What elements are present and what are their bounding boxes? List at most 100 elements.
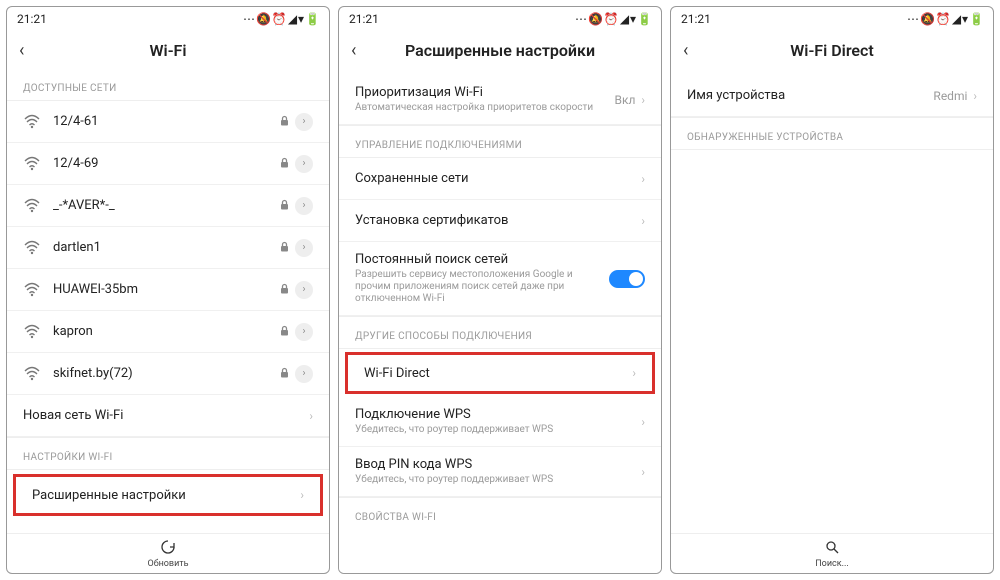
titlebar: ‹ Wi-Fi Direct <box>671 29 993 75</box>
bottom-bar: Обновить <box>7 533 329 573</box>
status-time: 21:21 <box>681 12 711 26</box>
section-wifi-props: СВОЙСТВА WI-FI <box>339 497 661 529</box>
new-network-label: Новая сеть Wi-Fi <box>23 408 309 423</box>
device-name-value: Redmi <box>933 89 967 103</box>
always-scan-toggle[interactable] <box>609 270 645 288</box>
page-title: Расширенные настройки <box>351 41 649 60</box>
network-ssid: kapron <box>53 324 280 339</box>
status-bar: 21:21 ⋯ 🔕 ⏰ ◢ ▾ 🔋 <box>339 7 661 29</box>
lock-icon <box>280 199 289 213</box>
advanced-settings-row[interactable]: Расширенные настройки › <box>13 474 323 516</box>
saved-networks-label: Сохраненные сети <box>355 171 641 186</box>
lock-icon <box>280 325 289 339</box>
advanced-settings-label: Расширенные настройки <box>32 488 300 503</box>
network-row[interactable]: _-*AVER*-_ › <box>7 185 329 227</box>
wps-sub: Убедитесь, что роутер поддерживает WPS <box>355 424 641 436</box>
page-title: Wi-Fi Direct <box>683 41 981 60</box>
network-row[interactable]: HUAWEI-35bm › <box>7 269 329 311</box>
wifi-icon <box>23 198 41 214</box>
section-found-devices: ОБНАРУЖЕННЫЕ УСТРОЙСТВА <box>671 117 993 150</box>
status-icons: ⋯ 🔕 ⏰ ◢ ▾ 🔋 <box>575 12 651 26</box>
wifi-icon <box>23 240 41 256</box>
wifi-icon <box>23 156 41 172</box>
wifi-icon <box>23 114 41 130</box>
status-bar: 21:21 ⋯ 🔕 ⏰ ◢ ▾ 🔋 <box>671 7 993 29</box>
wps-pin-sub: Убедитесь, что роутер поддерживает WPS <box>355 474 641 486</box>
install-certs-row[interactable]: Установка сертификатов › <box>339 200 661 242</box>
wps-pin-title: Ввод PIN кода WPS <box>355 457 641 472</box>
wps-pin-row[interactable]: Ввод PIN кода WPS Убедитесь, что роутер … <box>339 447 661 497</box>
wifi-direct-row[interactable]: Wi-Fi Direct › <box>345 352 655 394</box>
new-network-row[interactable]: Новая сеть Wi-Fi › <box>7 395 329 437</box>
status-icons: ⋯ 🔕 ⏰ ◢ ▾ 🔋 <box>907 12 983 26</box>
bottom-bar: Поиск... <box>671 533 993 573</box>
page-title: Wi-Fi <box>19 41 317 60</box>
section-connection-mgmt: УПРАВЛЕНИЕ ПОДКЛЮЧЕНИЯМИ <box>339 125 661 158</box>
lock-icon <box>280 157 289 171</box>
chevron-right-icon: › <box>295 197 313 215</box>
chevron-right-icon: › <box>641 214 645 228</box>
screen-advanced: 21:21 ⋯ 🔕 ⏰ ◢ ▾ 🔋 ‹ Расширенные настройк… <box>338 6 662 574</box>
network-row[interactable]: 12/4-61 › <box>7 101 329 143</box>
wps-row[interactable]: Подключение WPS Убедитесь, что роутер по… <box>339 397 661 447</box>
search-label: Поиск... <box>815 559 848 569</box>
chevron-right-icon: › <box>295 365 313 383</box>
install-certs-label: Установка сертификатов <box>355 213 641 228</box>
chevron-right-icon: › <box>641 415 645 429</box>
chevron-right-icon: › <box>632 366 636 380</box>
always-scan-title: Постоянный поиск сетей <box>355 252 609 267</box>
wifi-icon <box>23 366 41 382</box>
lock-icon <box>280 241 289 255</box>
network-ssid: 12/4-69 <box>53 156 280 171</box>
network-row[interactable]: 12/4-69 › <box>7 143 329 185</box>
lock-icon <box>280 115 289 129</box>
chevron-right-icon: › <box>295 281 313 299</box>
chevron-right-icon: › <box>641 465 645 479</box>
wps-title: Подключение WPS <box>355 407 641 422</box>
device-name-row[interactable]: Имя устройства Redmi › <box>671 75 993 117</box>
wifi-icon <box>23 324 41 340</box>
refresh-label: Обновить <box>148 559 189 569</box>
wifi-icon <box>23 282 41 298</box>
network-ssid: dartlen1 <box>53 240 280 255</box>
chevron-right-icon: › <box>295 155 313 173</box>
section-other-connect: ДРУГИЕ СПОСОБЫ ПОДКЛЮЧЕНИЯ <box>339 316 661 349</box>
network-row[interactable]: kapron› <box>7 311 329 353</box>
network-row[interactable]: skifnet.by(72) › <box>7 353 329 395</box>
network-ssid: skifnet.by(72) <box>53 366 280 381</box>
always-scan-sub: Разрешить сервису местоположения Google … <box>355 269 609 305</box>
chevron-right-icon: › <box>295 239 313 257</box>
section-available-networks: ДОСТУПНЫЕ СЕТИ <box>7 75 329 101</box>
status-time: 21:21 <box>17 12 47 26</box>
network-ssid: _-*AVER*-_ <box>53 198 280 213</box>
status-icons: ⋯ 🔕 ⏰ ◢ ▾ 🔋 <box>243 12 319 26</box>
refresh-icon[interactable] <box>7 540 329 558</box>
priority-title: Приоритизация Wi-Fi <box>355 85 614 100</box>
priority-sub: Автоматическая настройка приоритетов ско… <box>355 102 614 114</box>
chevron-right-icon: › <box>641 172 645 186</box>
network-ssid: 12/4-61 <box>53 114 280 129</box>
chevron-right-icon: › <box>641 93 645 107</box>
chevron-right-icon: › <box>309 409 313 423</box>
screen-wifi-direct: 21:21 ⋯ 🔕 ⏰ ◢ ▾ 🔋 ‹ Wi-Fi Direct Имя уст… <box>670 6 994 574</box>
lock-icon <box>280 283 289 297</box>
priority-value: Вкл <box>614 93 635 107</box>
screen-wifi: 21:21 ⋯ 🔕 ⏰ ◢ ▾ 🔋 ‹ Wi-Fi ДОСТУПНЫЕ СЕТИ… <box>6 6 330 574</box>
chevron-right-icon: › <box>300 488 304 502</box>
lock-icon <box>280 367 289 381</box>
titlebar: ‹ Расширенные настройки <box>339 29 661 75</box>
status-bar: 21:21 ⋯ 🔕 ⏰ ◢ ▾ 🔋 <box>7 7 329 29</box>
device-name-label: Имя устройства <box>687 88 933 103</box>
wifi-direct-label: Wi-Fi Direct <box>364 366 632 381</box>
always-scan-row[interactable]: Постоянный поиск сетей Разрешить сервису… <box>339 242 661 316</box>
chevron-right-icon: › <box>973 89 977 103</box>
network-row[interactable]: dartlen1 › <box>7 227 329 269</box>
section-wifi-settings: НАСТРОЙКИ WI-FI <box>7 437 329 470</box>
chevron-right-icon: › <box>295 113 313 131</box>
saved-networks-row[interactable]: Сохраненные сети › <box>339 158 661 200</box>
status-time: 21:21 <box>349 12 379 26</box>
priority-row[interactable]: Приоритизация Wi-Fi Автоматическая настр… <box>339 75 661 125</box>
titlebar: ‹ Wi-Fi <box>7 29 329 75</box>
search-icon[interactable] <box>671 540 993 558</box>
network-ssid: HUAWEI-35bm <box>53 282 280 297</box>
